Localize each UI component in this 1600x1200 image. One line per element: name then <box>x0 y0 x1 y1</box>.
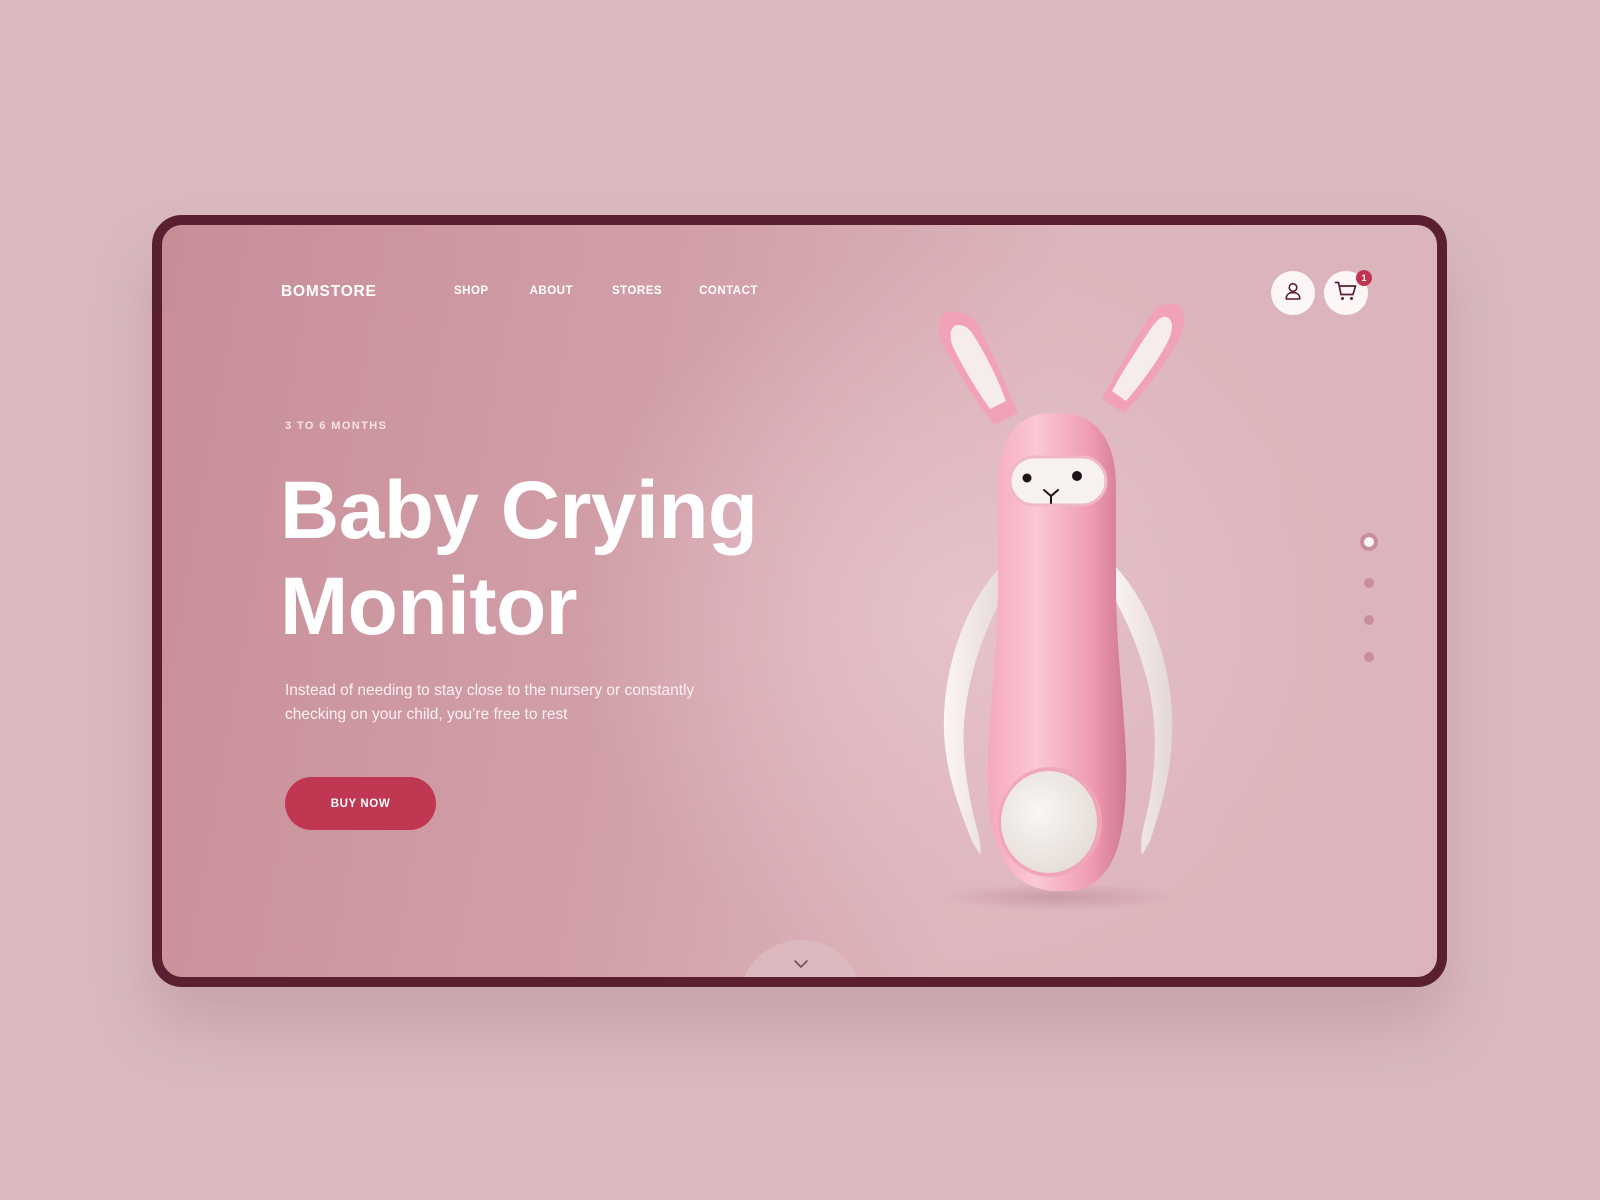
hero-screen: BOMSTORE SHOP ABOUT STORES CONTACT 1 3 T… <box>152 215 1447 987</box>
slide-dot-2[interactable] <box>1364 578 1374 588</box>
buy-now-button[interactable]: BUY NOW <box>285 777 436 830</box>
account-button[interactable] <box>1271 271 1315 315</box>
cart-button[interactable]: 1 <box>1324 270 1372 315</box>
product-title-line2: Monitor <box>280 561 578 652</box>
product-description-line1: Instead of needing to stay close to the … <box>285 682 695 699</box>
bunny-monitor-image <box>902 285 1222 925</box>
user-icon <box>1283 281 1303 306</box>
product-description-line2: checking on your child, you’re free to r… <box>285 706 568 723</box>
scroll-down-button[interactable] <box>739 940 863 977</box>
nav-item-stores[interactable]: STORES <box>612 285 662 297</box>
brand-logo[interactable]: BOMSTORE <box>281 283 377 301</box>
slide-dot-4[interactable] <box>1364 652 1374 662</box>
nav-item-about[interactable]: ABOUT <box>530 285 573 297</box>
slide-dot-1-active[interactable] <box>1360 533 1378 551</box>
product-description: Instead of needing to stay close to the … <box>285 679 725 727</box>
nav-item-shop[interactable]: SHOP <box>454 285 489 297</box>
chevron-down-icon <box>793 956 809 974</box>
product-title: Baby Crying Monitor <box>280 463 920 655</box>
cart-count-badge: 1 <box>1356 270 1372 286</box>
age-range-label: 3 TO 6 MONTHS <box>285 420 388 432</box>
slide-dot-3[interactable] <box>1364 615 1374 625</box>
product-title-line1: Baby Crying <box>280 465 758 556</box>
cart-icon <box>1334 280 1358 307</box>
nav-item-contact[interactable]: CONTACT <box>699 285 758 297</box>
main-nav: SHOP ABOUT STORES CONTACT <box>454 285 798 297</box>
